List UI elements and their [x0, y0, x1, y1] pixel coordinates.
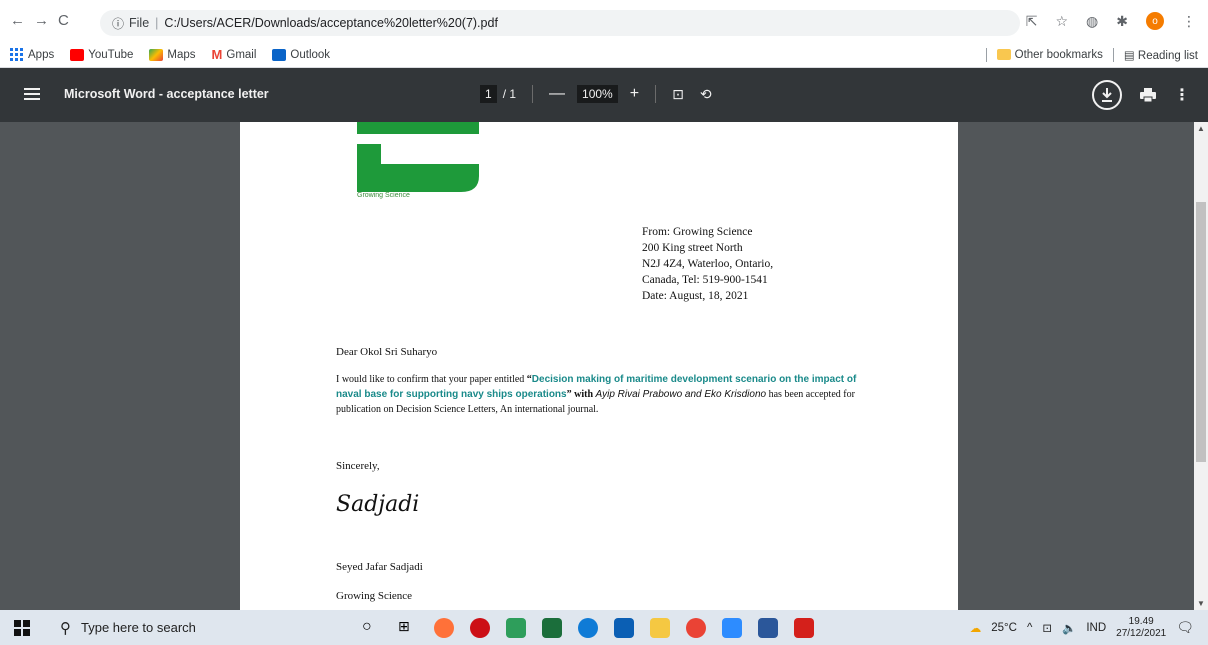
- zoom-icon[interactable]: [722, 618, 742, 638]
- language-indicator[interactable]: IND: [1086, 622, 1106, 634]
- browser-address-bar: ← → C ⓘ File | C:/Users/ACER/Downloads/a…: [0, 0, 1208, 42]
- reading-list-icon: ▤: [1123, 50, 1135, 62]
- outlook-icon: [272, 48, 287, 61]
- greeting: Dear Okol Sri Suharyo: [336, 346, 438, 358]
- pdf-page: Growing Science From: Growing Science 20…: [240, 122, 958, 610]
- forward-arrow-icon[interactable]: →: [34, 12, 49, 29]
- edge-icon[interactable]: [578, 618, 598, 638]
- search-icon: ⚲: [60, 619, 71, 637]
- puzzle-icon[interactable]: ✱: [1116, 13, 1128, 30]
- pdf-toolbar: Microsoft Word - acceptance letter 1 / 1…: [0, 68, 1208, 122]
- volume-icon[interactable]: 🔈: [1062, 621, 1076, 635]
- extension-globe-icon[interactable]: ◍: [1086, 13, 1098, 30]
- pdf-viewer[interactable]: Growing Science From: Growing Science 20…: [0, 122, 1208, 610]
- reload-icon[interactable]: C: [58, 12, 69, 29]
- zoom-in-icon[interactable]: +: [630, 85, 639, 103]
- acrobat-icon[interactable]: [794, 618, 814, 638]
- closing: Sincerely,: [336, 460, 380, 472]
- youtube-icon: [70, 48, 85, 61]
- clock[interactable]: 19.49 27/12/2021: [1116, 616, 1166, 640]
- windows-taskbar: ⚲ Type here to search ○ ⊞ ☁ 25°C ^ ⊡ 🔈 I…: [0, 610, 1208, 645]
- scroll-thumb[interactable]: [1196, 202, 1206, 462]
- bookmark-gmail[interactable]: M Gmail: [212, 47, 257, 62]
- sender-address: From: Growing Science 200 King street No…: [642, 226, 774, 302]
- omnibox-prefix: File: [129, 16, 150, 30]
- paper-authors: Ayip Rivai Prabowo and Eko Krisdiono: [595, 389, 767, 400]
- info-icon[interactable]: ⓘ: [112, 15, 124, 32]
- scroll-down-icon[interactable]: ▼: [1197, 599, 1205, 608]
- more-options-icon[interactable]: ⋮: [1174, 85, 1190, 105]
- bookmark-apps[interactable]: Apps: [10, 47, 54, 62]
- gmail-icon: M: [211, 47, 223, 62]
- firefox-icon[interactable]: [434, 618, 454, 638]
- photos-icon[interactable]: [506, 618, 526, 638]
- apps-grid-icon: [10, 47, 23, 61]
- cortana-icon[interactable]: ○: [362, 618, 382, 638]
- bookmarks-bar: Apps YouTube Maps M Gmail Outlook Other …: [0, 42, 1208, 68]
- task-view-icon[interactable]: ⊞: [398, 618, 418, 638]
- notification-icon[interactable]: 🗨: [1176, 619, 1194, 636]
- scroll-up-icon[interactable]: ▲: [1197, 124, 1205, 133]
- word-icon[interactable]: [758, 618, 778, 638]
- download-icon[interactable]: [1092, 80, 1122, 110]
- network-icon[interactable]: ⊡: [1042, 621, 1052, 635]
- opera-icon[interactable]: [470, 618, 490, 638]
- kebab-menu-icon[interactable]: ⋮: [1182, 13, 1196, 30]
- zoom-input[interactable]: 100%: [577, 85, 618, 103]
- zoom-out-icon[interactable]: —: [549, 85, 565, 103]
- omnibox[interactable]: ⓘ File | C:/Users/ACER/Downloads/accepta…: [100, 10, 1020, 36]
- back-arrow-icon[interactable]: ←: [10, 12, 25, 29]
- print-icon[interactable]: [1140, 88, 1156, 102]
- page-total: / 1: [502, 87, 517, 101]
- profile-avatar[interactable]: o: [1146, 12, 1164, 30]
- page-number-input[interactable]: 1: [480, 85, 497, 103]
- rotate-icon[interactable]: ⟲: [700, 86, 712, 103]
- other-bookmarks[interactable]: Other bookmarks: [997, 49, 1103, 61]
- signer-organization: Growing Science: [336, 590, 413, 602]
- letter-body: I would like to confirm that your paper …: [336, 374, 857, 415]
- share-icon[interactable]: ⇱: [1026, 13, 1038, 30]
- logo-text: Growing Science: [357, 192, 410, 199]
- reading-list[interactable]: ▤ Reading list: [1124, 48, 1198, 62]
- file-explorer-icon[interactable]: [650, 618, 670, 638]
- hamburger-menu-icon[interactable]: [24, 85, 40, 105]
- pdf-title: Microsoft Word - acceptance letter: [64, 87, 269, 101]
- signature: Sadjadi: [336, 492, 420, 517]
- url-text: C:/Users/ACER/Downloads/acceptance%20let…: [164, 16, 498, 30]
- chevron-up-icon[interactable]: ^: [1027, 622, 1032, 634]
- store-icon[interactable]: [614, 618, 634, 638]
- folder-icon: [997, 49, 1012, 61]
- maps-icon: [149, 48, 164, 61]
- growing-science-logo: [357, 122, 479, 192]
- notes-icon[interactable]: [542, 618, 562, 638]
- fit-page-icon[interactable]: ⊡: [672, 86, 684, 103]
- bookmark-youtube[interactable]: YouTube: [70, 48, 133, 61]
- weather-temp[interactable]: 25°C: [991, 622, 1017, 634]
- taskbar-search[interactable]: ⚲ Type here to search: [48, 610, 318, 645]
- bookmark-maps[interactable]: Maps: [149, 48, 196, 61]
- scrollbar[interactable]: ▲ ▼: [1194, 122, 1208, 610]
- star-icon[interactable]: ☆: [1055, 13, 1068, 30]
- weather-icon[interactable]: ☁: [970, 621, 982, 635]
- signer-name: Seyed Jafar Sadjadi: [336, 561, 423, 573]
- bookmark-outlook[interactable]: Outlook: [272, 48, 330, 61]
- chrome-icon[interactable]: [686, 618, 706, 638]
- windows-start-icon[interactable]: [14, 619, 30, 636]
